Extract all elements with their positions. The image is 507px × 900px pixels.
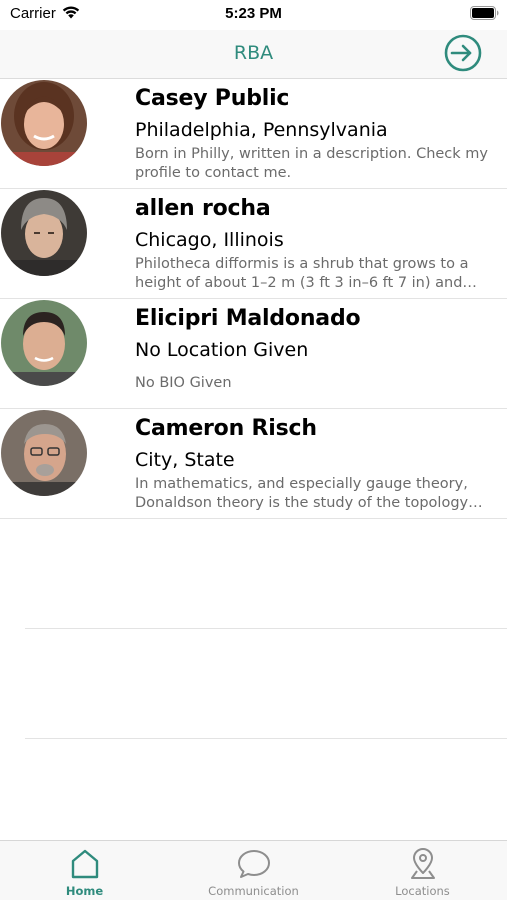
list-item[interactable]: allen rocha Chicago, Illinois Philotheca… (0, 189, 507, 299)
list-item[interactable]: Cameron Risch City, State In mathematics… (0, 409, 507, 519)
map-pin-icon (410, 848, 435, 879)
tab-label: Locations (395, 884, 450, 898)
people-list: Casey Public Philadelphia, Pennsylvania … (0, 79, 507, 519)
row-separator (25, 628, 507, 629)
row-separator (25, 738, 507, 739)
list-item[interactable]: Elicipri Maldonado No Location Given No … (0, 299, 507, 409)
tab-label: Home (65, 884, 104, 898)
home-icon (71, 849, 98, 879)
person-location: No Location Given (135, 339, 309, 361)
person-name: Cameron Risch (135, 416, 317, 441)
tab-label: Communication (208, 884, 299, 898)
status-bar: Carrier 5:23 PM (0, 0, 507, 30)
avatar (1, 410, 87, 496)
tab-home[interactable]: Home (0, 841, 169, 900)
person-name: Casey Public (135, 86, 290, 111)
person-bio: Philotheca difformis is a shrub that gro… (135, 256, 469, 291)
tab-bar: Home Communication Locations (0, 840, 507, 900)
person-location: Chicago, Illinois (135, 229, 284, 251)
person-location: Philadelphia, Pennsylvania (135, 119, 388, 141)
list-item[interactable]: Casey Public Philadelphia, Pennsylvania … (0, 79, 507, 189)
battery-icon (470, 6, 499, 20)
person-location: City, State (135, 449, 235, 471)
navigation-bar: RBA (0, 30, 507, 79)
page-title: RBA (233, 42, 274, 64)
tab-communication[interactable]: Communication (169, 841, 338, 900)
avatar (1, 190, 87, 276)
chat-bubble-icon (237, 850, 270, 878)
person-name: Elicipri Maldonado (135, 306, 361, 331)
person-bio: In mathematics, and especially gauge the… (135, 476, 469, 511)
tab-locations[interactable]: Locations (338, 841, 507, 900)
person-name: allen rocha (135, 196, 271, 221)
person-bio: No BIO Given (135, 375, 232, 391)
sign-in-icon[interactable] (443, 33, 483, 73)
avatar (1, 300, 87, 386)
avatar (1, 80, 87, 166)
clock: 5:23 PM (225, 5, 282, 22)
row-separator (25, 518, 507, 519)
person-bio: Born in Philly, written in a description… (135, 146, 488, 181)
